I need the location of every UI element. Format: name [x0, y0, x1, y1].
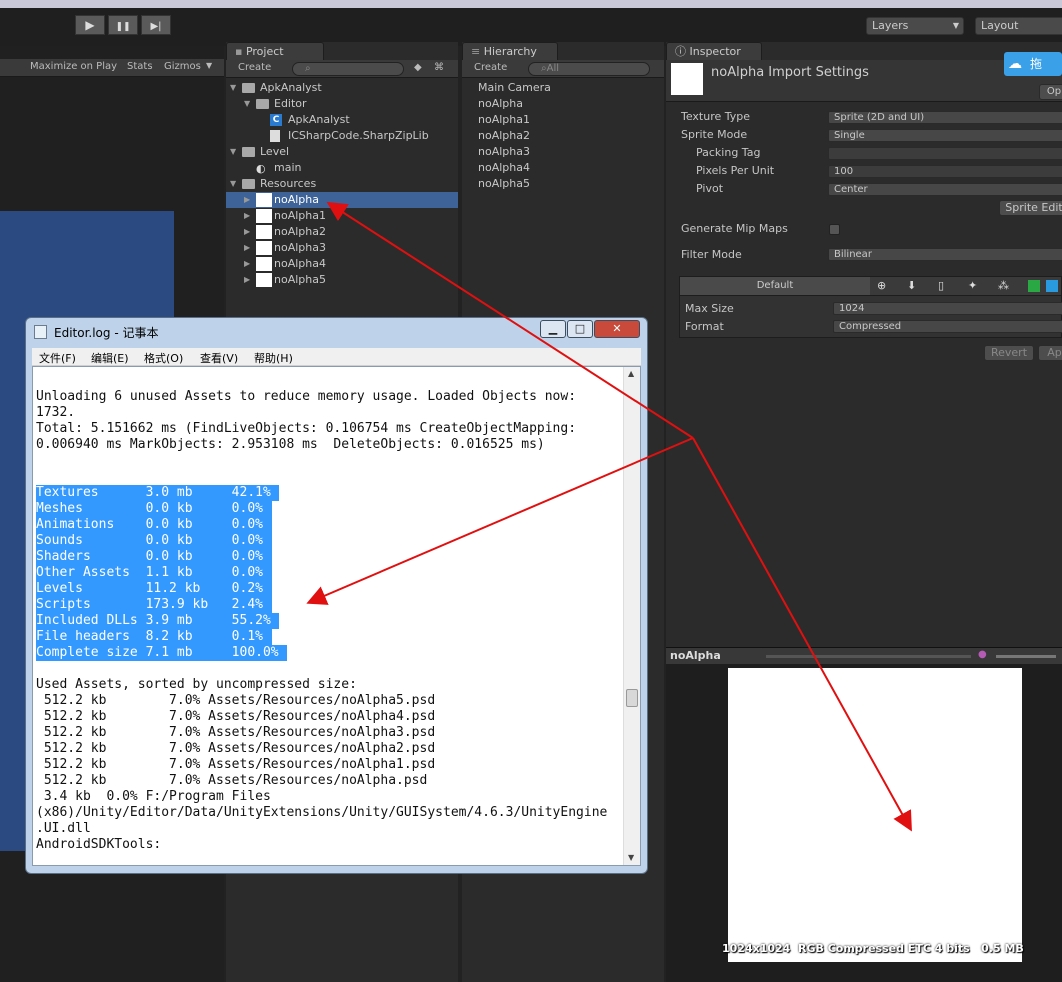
- arrow-to-noalpha-asset: [326, 201, 694, 439]
- arrow-to-stats-block: [306, 437, 694, 605]
- arrow-to-preview: [692, 437, 912, 832]
- annotation-arrows: [306, 201, 912, 832]
